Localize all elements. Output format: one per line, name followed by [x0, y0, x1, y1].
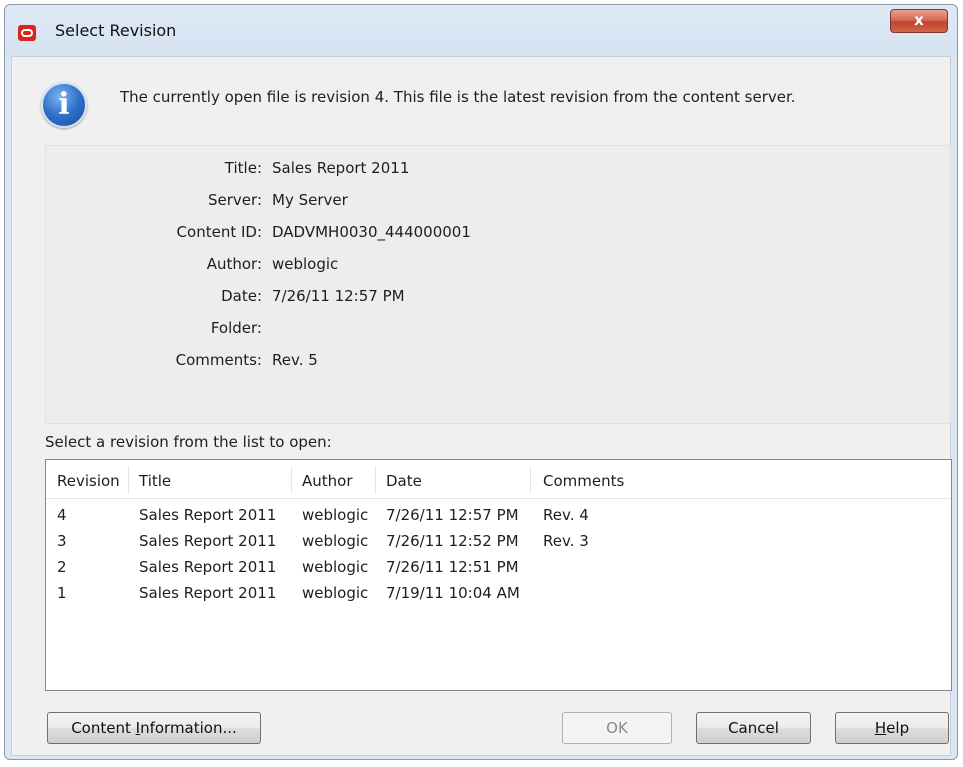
cell-author: weblogic [302, 532, 369, 550]
cell-revision: 1 [57, 584, 67, 602]
cell-date: 7/26/11 12:52 PM [386, 532, 519, 550]
select-revision-dialog: Select Revision x i The currently open f… [4, 4, 958, 760]
cell-revision: 4 [57, 506, 67, 524]
close-button[interactable]: x [890, 9, 948, 33]
cell-revision: 3 [57, 532, 67, 550]
cell-author: weblogic [302, 584, 369, 602]
detail-value: 7/26/11 12:57 PM [272, 287, 405, 305]
detail-value: Rev. 5 [272, 351, 318, 369]
status-message: The currently open file is revision 4. T… [120, 88, 796, 106]
column-header-revision[interactable]: Revision [57, 472, 120, 492]
detail-label: Folder: [210, 319, 262, 337]
list-item[interactable]: 2 Sales Report 2011 weblogic 7/26/11 12:… [46, 555, 951, 581]
column-divider[interactable] [375, 466, 376, 494]
column-divider[interactable] [530, 466, 531, 494]
title-bar[interactable]: Select Revision x [5, 5, 957, 53]
window-title: Select Revision [55, 21, 177, 40]
column-divider[interactable] [128, 466, 129, 494]
column-header-author[interactable]: Author [302, 472, 353, 492]
cell-date: 7/26/11 12:51 PM [386, 558, 519, 576]
cell-comments: Rev. 3 [543, 532, 589, 550]
info-icon: i [41, 82, 87, 128]
detail-value: DADVMH0030_444000001 [272, 223, 471, 241]
details-panel: Title: Sales Report 2011 Server: My Serv… [45, 145, 951, 424]
oracle-icon [18, 25, 36, 41]
cell-title: Sales Report 2011 [139, 532, 277, 550]
detail-label: Author: [206, 255, 262, 273]
column-header-title[interactable]: Title [139, 472, 171, 492]
cancel-button[interactable]: Cancel [696, 712, 811, 744]
cell-date: 7/19/11 10:04 AM [386, 584, 520, 602]
list-item[interactable]: 1 Sales Report 2011 weblogic 7/19/11 10:… [46, 581, 951, 607]
revision-list-label: Select a revision from the list to open: [45, 433, 332, 451]
list-header: Revision Title Author Date Comments [46, 460, 951, 499]
help-button[interactable]: Help [835, 712, 949, 744]
cell-author: weblogic [302, 558, 369, 576]
dialog-body: i The currently open file is revision 4.… [11, 56, 952, 756]
button-label-part: nformation... [140, 719, 237, 737]
cell-title: Sales Report 2011 [139, 506, 277, 524]
detail-value: My Server [272, 191, 348, 209]
cell-author: weblogic [302, 506, 369, 524]
cell-title: Sales Report 2011 [139, 584, 277, 602]
cell-comments: Rev. 4 [543, 506, 589, 524]
detail-label: Title: [224, 159, 262, 177]
detail-value: weblogic [272, 255, 339, 273]
detail-label: Comments: [175, 351, 262, 369]
mnemonic-key: H [874, 719, 887, 737]
cell-revision: 2 [57, 558, 67, 576]
list-item[interactable]: 3 Sales Report 2011 weblogic 7/26/11 12:… [46, 529, 951, 555]
cell-date: 7/26/11 12:57 PM [386, 506, 519, 524]
column-divider[interactable] [291, 466, 292, 494]
column-header-comments[interactable]: Comments [543, 472, 624, 492]
button-label-part: elp [886, 719, 910, 737]
detail-label: Date: [221, 287, 262, 305]
ok-button[interactable]: OK [562, 712, 672, 744]
revision-list[interactable]: Revision Title Author Date Comments 4 Sa… [45, 459, 952, 691]
column-header-date[interactable]: Date [386, 472, 422, 492]
button-label-part: Content [71, 719, 136, 737]
detail-label: Server: [208, 191, 262, 209]
detail-label: Content ID: [176, 223, 262, 241]
cell-title: Sales Report 2011 [139, 558, 277, 576]
content-information-button[interactable]: Content Information... [47, 712, 261, 744]
detail-value: Sales Report 2011 [272, 159, 410, 177]
list-item[interactable]: 4 Sales Report 2011 weblogic 7/26/11 12:… [46, 503, 951, 529]
